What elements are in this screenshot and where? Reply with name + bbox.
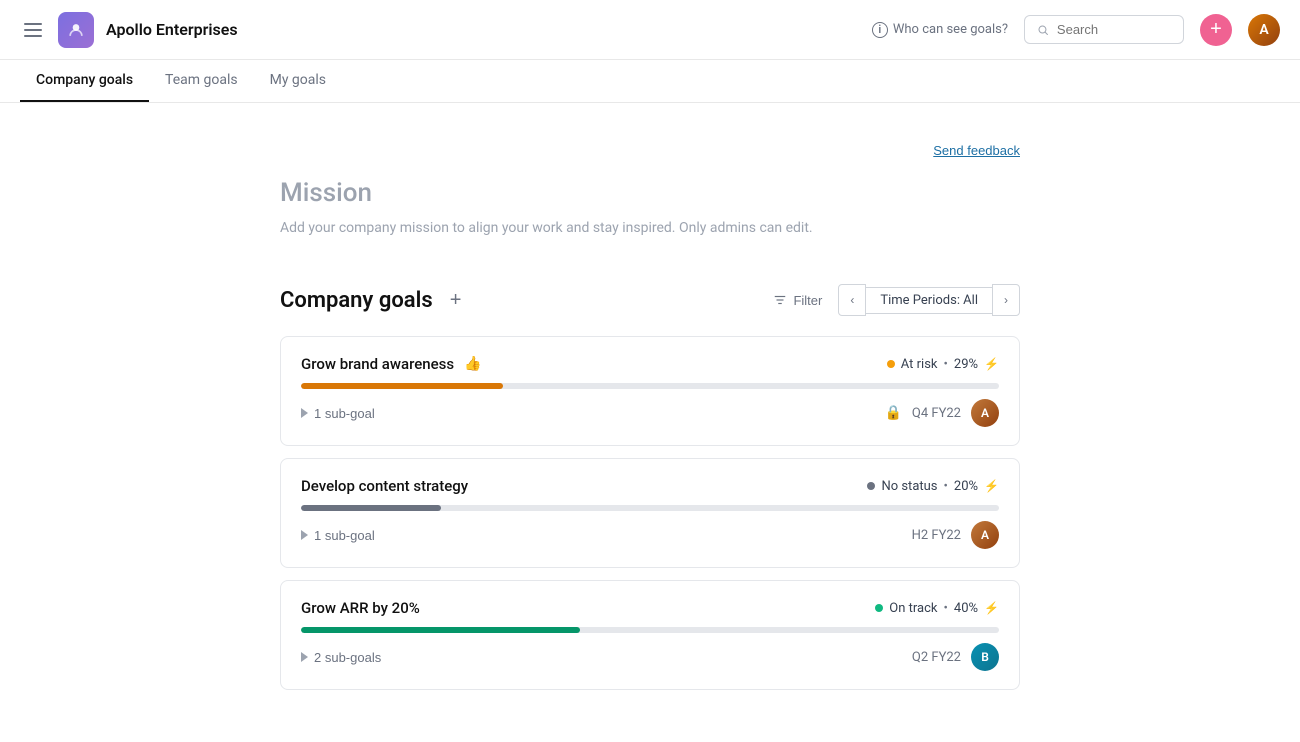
- who-can-see-link[interactable]: i Who can see goals?: [872, 22, 1008, 38]
- subgoal-count: 2 sub-goals: [314, 650, 381, 665]
- goal-name-area: Grow ARR by 20%: [301, 599, 420, 617]
- period-text: Q4 FY22: [912, 406, 961, 421]
- bolt-icon: ⚡: [984, 601, 999, 615]
- search-box: [1024, 15, 1184, 44]
- info-icon: i: [872, 22, 888, 38]
- goals-section: Company goals + Filter ‹ Time Periods: A…: [280, 284, 1020, 690]
- goal-status-area: No status • 20% ⚡: [867, 479, 999, 494]
- status-text: At risk: [901, 357, 938, 372]
- nav-tabs: Company goals Team goals My goals: [0, 60, 1300, 103]
- goal-card-bottom: 2 sub-goals Q2 FY22 B: [301, 643, 999, 671]
- tab-team-goals[interactable]: Team goals: [149, 60, 254, 102]
- subgoal-count: 1 sub-goal: [314, 528, 375, 543]
- status-separator: •: [944, 601, 948, 616]
- period-text: H2 FY22: [912, 528, 961, 543]
- time-period-nav: ‹ Time Periods: All ›: [838, 284, 1020, 316]
- subgoal-count: 1 sub-goal: [314, 406, 375, 421]
- status-dot: [887, 360, 895, 368]
- assignee-avatar: A: [971, 521, 999, 549]
- progress-bar-fill: [301, 627, 580, 633]
- send-feedback-bar: Send feedback: [280, 143, 1020, 158]
- mission-title: Mission: [280, 178, 1020, 208]
- progress-bar-fill: [301, 383, 503, 389]
- time-period-label: Time Periods: All: [866, 287, 992, 314]
- mission-description: Add your company mission to align your w…: [280, 220, 1020, 236]
- goal-name-area: Grow brand awareness 👍: [301, 355, 482, 373]
- goal-card-bottom: 1 sub-goal H2 FY22 A: [301, 521, 999, 549]
- goal-name: Grow ARR by 20%: [301, 599, 420, 617]
- percent-text: 40%: [954, 601, 978, 616]
- filter-button[interactable]: Filter: [765, 289, 830, 312]
- expand-icon: [301, 652, 308, 662]
- tab-company-goals[interactable]: Company goals: [20, 60, 149, 102]
- mission-section: Mission Add your company mission to alig…: [280, 178, 1020, 236]
- status-dot: [867, 482, 875, 490]
- assignee-avatar: A: [971, 399, 999, 427]
- add-goal-button[interactable]: +: [443, 287, 469, 313]
- subgoal-toggle[interactable]: 1 sub-goal: [301, 406, 375, 421]
- bolt-icon: ⚡: [984, 479, 999, 493]
- goal-card-grow-arr[interactable]: Grow ARR by 20% On track • 40% ⚡ 2 sub-g…: [280, 580, 1020, 690]
- period-text: Q2 FY22: [912, 650, 961, 665]
- goals-title: Company goals: [280, 288, 433, 313]
- goal-meta: H2 FY22 A: [912, 521, 999, 549]
- send-feedback-button[interactable]: Send feedback: [933, 143, 1020, 158]
- menu-button[interactable]: [20, 19, 46, 41]
- goal-meta: 🔒 Q4 FY22 A: [884, 399, 999, 427]
- filter-label: Filter: [793, 293, 822, 308]
- bolt-icon: ⚡: [984, 357, 999, 371]
- main-content: Send feedback Mission Add your company m…: [260, 103, 1040, 742]
- header: Apollo Enterprises i Who can see goals? …: [0, 0, 1300, 60]
- user-avatar[interactable]: A: [1248, 14, 1280, 46]
- subgoal-toggle[interactable]: 1 sub-goal: [301, 528, 375, 543]
- goal-card-bottom: 1 sub-goal 🔒 Q4 FY22 A: [301, 399, 999, 427]
- goal-card-top: Grow ARR by 20% On track • 40% ⚡: [301, 599, 999, 617]
- expand-icon: [301, 530, 308, 540]
- percent-text: 29%: [954, 357, 978, 372]
- expand-icon: [301, 408, 308, 418]
- goal-card-content-strategy[interactable]: Develop content strategy No status • 20%…: [280, 458, 1020, 568]
- time-period-prev-button[interactable]: ‹: [838, 284, 866, 316]
- status-text: On track: [889, 601, 937, 616]
- lock-icon: 🔒: [884, 405, 901, 421]
- goals-header-left: Company goals +: [280, 287, 469, 313]
- goal-meta: Q2 FY22 B: [912, 643, 999, 671]
- goal-name-area: Develop content strategy: [301, 477, 468, 495]
- goals-header: Company goals + Filter ‹ Time Periods: A…: [280, 284, 1020, 316]
- avatar-image: A: [1248, 14, 1280, 46]
- goal-status-area: At risk • 29% ⚡: [887, 357, 999, 372]
- search-input[interactable]: [1057, 22, 1171, 37]
- add-button[interactable]: +: [1200, 14, 1232, 46]
- filter-icon: [773, 293, 787, 307]
- goal-name: Develop content strategy: [301, 477, 468, 495]
- progress-bar-wrap: [301, 627, 999, 633]
- goal-card-top: Grow brand awareness 👍 At risk • 29% ⚡: [301, 355, 999, 373]
- search-icon: [1037, 23, 1049, 37]
- progress-bar-fill: [301, 505, 441, 511]
- progress-bar-wrap: [301, 383, 999, 389]
- status-dot: [875, 604, 883, 612]
- status-separator: •: [944, 357, 948, 372]
- subgoal-toggle[interactable]: 2 sub-goals: [301, 650, 381, 665]
- who-can-see-label: Who can see goals?: [893, 22, 1008, 37]
- header-right: i Who can see goals? + A: [872, 14, 1280, 46]
- goals-header-right: Filter ‹ Time Periods: All ›: [765, 284, 1020, 316]
- goal-card-top: Develop content strategy No status • 20%…: [301, 477, 999, 495]
- tab-my-goals[interactable]: My goals: [254, 60, 342, 102]
- goal-status-area: On track • 40% ⚡: [875, 601, 999, 616]
- status-text: No status: [881, 479, 937, 494]
- progress-bar-wrap: [301, 505, 999, 511]
- time-period-next-button[interactable]: ›: [992, 284, 1020, 316]
- goal-name: Grow brand awareness: [301, 355, 454, 373]
- like-icon[interactable]: 👍: [464, 356, 481, 372]
- assignee-avatar: B: [971, 643, 999, 671]
- status-separator: •: [944, 479, 948, 494]
- header-left: Apollo Enterprises: [20, 12, 872, 48]
- app-name: Apollo Enterprises: [106, 20, 238, 39]
- percent-text: 20%: [954, 479, 978, 494]
- goal-card-grow-brand[interactable]: Grow brand awareness 👍 At risk • 29% ⚡ 1…: [280, 336, 1020, 446]
- app-icon: [58, 12, 94, 48]
